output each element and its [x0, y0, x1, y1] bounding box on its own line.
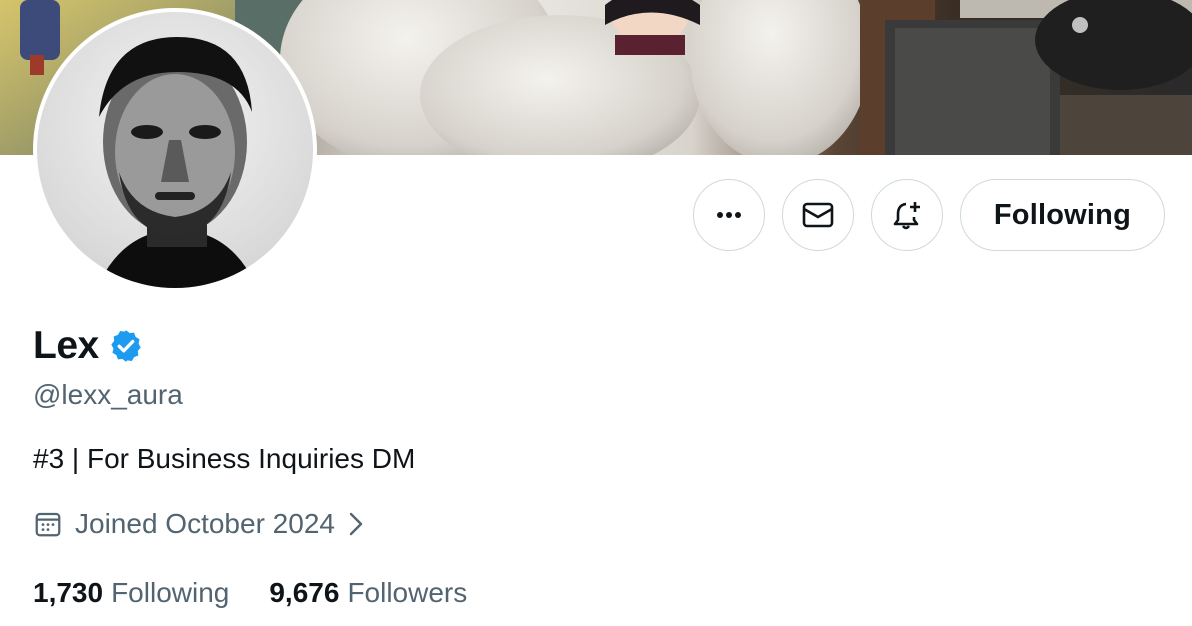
followers-label: Followers	[347, 577, 468, 608]
verified-badge-icon[interactable]	[108, 328, 144, 364]
envelope-icon	[802, 202, 834, 228]
profile-bio: #3 | For Business Inquiries DM	[33, 443, 416, 474]
profile-handle: @lexx_aura	[33, 379, 183, 410]
followers-stat-link[interactable]: 9,676 Followers	[269, 577, 467, 609]
follow-stats: 1,730 Following 9,676 Followers	[33, 577, 467, 609]
calendar-icon	[35, 512, 61, 537]
more-options-button[interactable]	[692, 179, 765, 251]
message-button[interactable]	[781, 179, 854, 251]
following-stat-link[interactable]: 1,730 Following	[33, 577, 229, 609]
profile-page: Following Lex @lexx_aura #3 | For Busine…	[0, 0, 1192, 626]
avatar-portrait	[97, 37, 257, 288]
notifications-button[interactable]	[870, 179, 943, 251]
following-button[interactable]: Following	[959, 179, 1165, 251]
following-label: Following	[111, 577, 230, 608]
joined-date-text: Joined October 2024	[75, 508, 335, 539]
following-count: 1,730	[33, 577, 104, 608]
more-horizontal-icon	[716, 212, 741, 218]
display-name: Lex	[33, 324, 99, 367]
joined-date-row[interactable]: Joined October 2024	[33, 508, 365, 540]
profile-avatar[interactable]	[33, 8, 317, 292]
avatar-photo	[37, 12, 313, 288]
followers-count: 9,676	[269, 577, 340, 608]
profile-actions: Following	[692, 179, 1165, 251]
chevron-right-icon	[349, 512, 363, 536]
bell-plus-icon	[893, 202, 920, 230]
name-row: Lex	[33, 324, 144, 368]
